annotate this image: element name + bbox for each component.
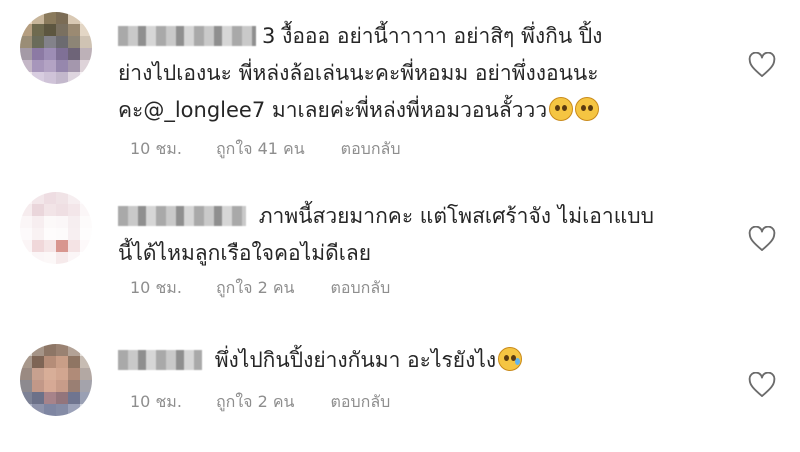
comment-meta: 10 ชม. ถูกใจ 41 คน ตอบกลับ <box>130 137 400 162</box>
comment-text-line: พึ่งไปกินปิ้งย่างกันมา อะไรยังไง <box>214 348 497 372</box>
username-redacted[interactable] <box>118 26 256 46</box>
reply-button[interactable]: ตอบกลับ <box>341 137 401 162</box>
likes-count[interactable]: ถูกใจ 2 คน <box>216 390 295 415</box>
comment-time[interactable]: 10 ชม. <box>130 137 182 162</box>
comment-2: ภาพนี้สวยมากคะ แต่โพสเศร้าจัง ไม่เอาแบบ … <box>0 190 800 310</box>
comment-text-line-with-emoji: คะ@_longlee7 มาเลยค่ะพี่หล่งพี่หอมวอนลั้… <box>118 92 718 129</box>
comment-text: 3 งื้อออ อย่านี้าาาาา อย่าสิๆ พึ่งกิน ปิ… <box>118 18 718 55</box>
comment-text-line: ภาพนี้สวยมากคะ แต่โพสเศร้าจัง ไม่เอาแบบ <box>258 204 654 228</box>
comment-time[interactable]: 10 ชม. <box>130 276 182 301</box>
pleading-face-icon <box>575 97 600 121</box>
comment-text: พึ่งไปกินปิ้งย่างกันมา อะไรยังไง <box>118 342 718 379</box>
avatar[interactable] <box>20 344 92 416</box>
comment-meta: 10 ชม. ถูกใจ 2 คน ตอบกลับ <box>130 276 390 301</box>
likes-count[interactable]: ถูกใจ 2 คน <box>216 276 295 301</box>
comment-text-line: งื้อออ อย่านี้าาาาา อย่าสิๆ พึ่งกิน ปิ้ง <box>282 24 603 48</box>
comment-meta: 10 ชม. ถูกใจ 2 คน ตอบกลับ <box>130 390 390 415</box>
heart-outline-icon[interactable] <box>748 372 776 398</box>
heart-outline-icon[interactable] <box>748 226 776 252</box>
avatar[interactable] <box>20 12 92 84</box>
pleading-face-icon <box>549 97 574 121</box>
comment-time[interactable]: 10 ชม. <box>130 390 182 415</box>
comment-text-line: ย่างไปเองนะ พี่หล่งล้อเล่นนะคะพี่หอมม อย… <box>118 61 599 85</box>
reply-button[interactable]: ตอบกลับ <box>331 276 391 301</box>
username-redacted[interactable] <box>118 350 202 370</box>
heart-outline-icon[interactable] <box>748 52 776 78</box>
comment-text: ภาพนี้สวยมากคะ แต่โพสเศร้าจัง ไม่เอาแบบ <box>118 198 718 235</box>
reply-button[interactable]: ตอบกลับ <box>331 390 391 415</box>
comment-1: 3 งื้อออ อย่านี้าาาาา อย่าสิๆ พึ่งกิน ปิ… <box>0 0 800 170</box>
avatar[interactable] <box>20 192 92 264</box>
username-suffix[interactable]: 3 <box>262 24 275 48</box>
likes-count[interactable]: ถูกใจ 41 คน <box>216 137 305 162</box>
comment-3: พึ่งไปกินปิ้งย่างกันมา อะไรยังไง 10 ชม. … <box>0 336 800 452</box>
comment-text-line: นี้ได้ไหมลูกเรือใจคอไม่ดีเลย <box>118 241 372 265</box>
username-redacted[interactable] <box>118 206 246 226</box>
sad-tear-face-icon <box>498 347 523 371</box>
comment-text-line: คะ@_longlee7 มาเลยค่ะพี่หล่งพี่หอมวอนลั้… <box>118 98 548 122</box>
